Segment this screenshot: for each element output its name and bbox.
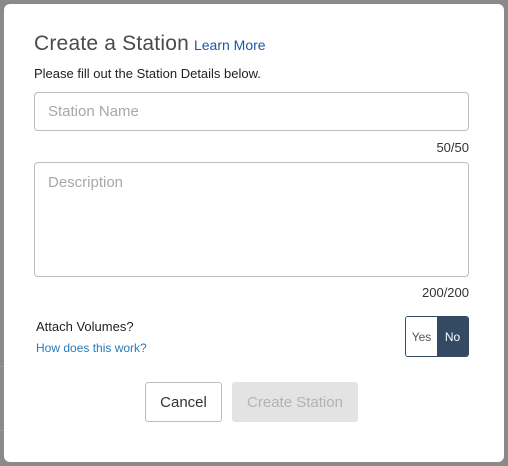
create-station-button[interactable]: Create Station: [232, 382, 358, 422]
how-does-this-work-link[interactable]: How does this work?: [36, 341, 147, 355]
station-name-input[interactable]: [34, 92, 469, 131]
attach-volumes-toggle: Yes No: [405, 316, 469, 357]
station-name-char-counter: 50/50: [436, 140, 469, 155]
modal-subtitle: Please fill out the Station Details belo…: [34, 66, 261, 81]
attach-volumes-yes-option[interactable]: Yes: [406, 317, 437, 356]
attach-volumes-no-option[interactable]: No: [437, 317, 468, 356]
attach-volumes-label: Attach Volumes?: [36, 319, 134, 334]
create-station-modal: Create a Station Learn More Please fill …: [4, 4, 504, 462]
modal-title: Create a Station: [34, 32, 189, 55]
learn-more-link[interactable]: Learn More: [194, 37, 266, 53]
description-textarea[interactable]: [34, 162, 469, 277]
description-char-counter: 200/200: [422, 285, 469, 300]
modal-header: Create a Station Learn More: [34, 32, 266, 56]
cancel-button[interactable]: Cancel: [145, 382, 222, 422]
